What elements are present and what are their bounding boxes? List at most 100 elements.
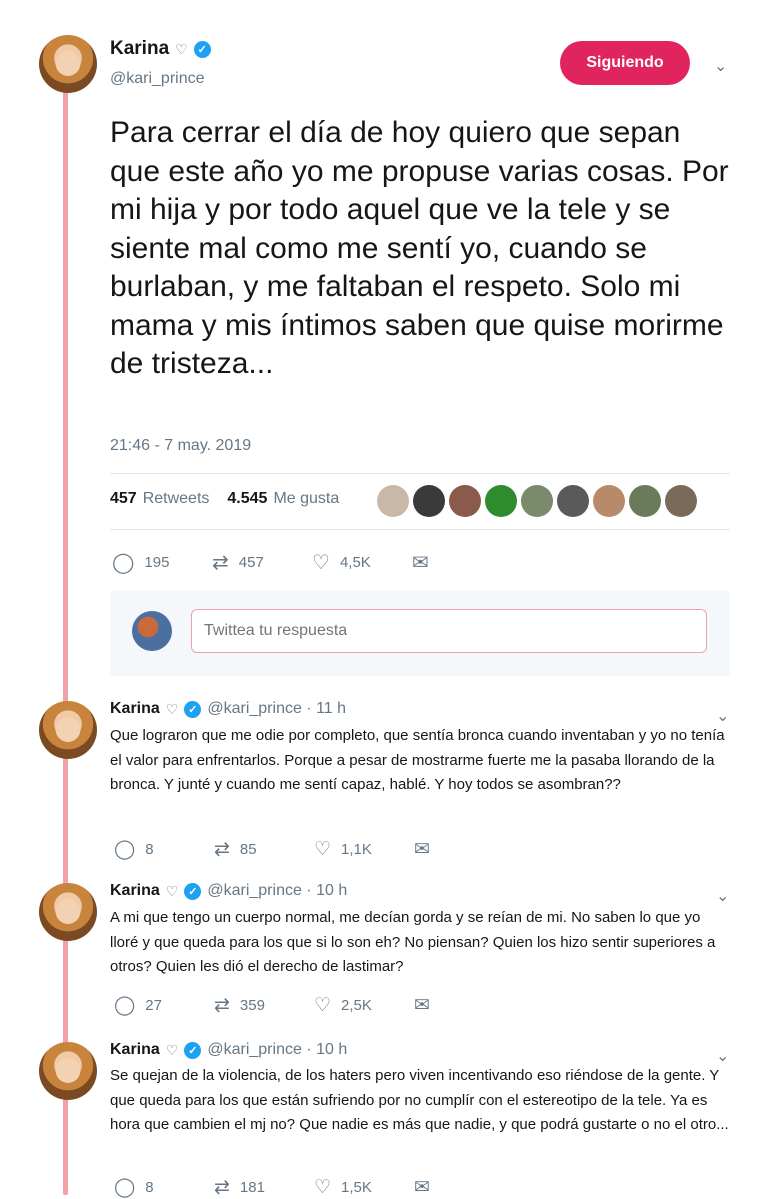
tweet-actions: ◯ 195 ⇄ 457 ♡ 4,5K ✉ <box>112 550 512 575</box>
tweet-text: A mi que tengo un cuerpo normal, me decí… <box>110 909 716 975</box>
chevron-down-icon[interactable]: ⌄ <box>716 1046 729 1066</box>
retweet-button[interactable]: ⇄ 457 <box>212 550 312 575</box>
heart-icon: ♡ <box>314 1177 332 1198</box>
liker-avatar[interactable] <box>377 485 409 517</box>
handle-time[interactable]: @kari_prince · 10 h <box>207 882 347 900</box>
reply-count: 27 <box>145 997 162 1014</box>
heart-icon: ♡ <box>314 839 332 860</box>
reply-button[interactable]: ◯ 8 <box>114 1176 214 1199</box>
like-count: 4,5K <box>339 554 371 571</box>
reply-button[interactable]: ◯ 27 <box>114 994 214 1017</box>
like-count: 2,5K <box>341 997 372 1014</box>
tweet-header: Karina ♡ ✓ @kari_prince · 11 h <box>110 700 346 718</box>
tweet-actions: ◯ 8 ⇄ 181 ♡ 1,5K ✉ <box>114 1176 514 1199</box>
retweets-label[interactable]: Retweets <box>143 490 210 508</box>
author-name[interactable]: Karina <box>110 882 160 900</box>
retweet-button[interactable]: ⇄ 181 <box>214 1176 314 1199</box>
envelope-icon: ✉ <box>414 995 430 1016</box>
reply-button[interactable]: ◯ 195 <box>112 550 212 575</box>
retweet-count: 359 <box>239 997 265 1014</box>
reply-count: 195 <box>144 554 170 571</box>
likes-label[interactable]: Me gusta <box>273 490 339 508</box>
envelope-icon: ✉ <box>414 1177 430 1198</box>
tweet-timestamp[interactable]: 21:46 - 7 may. 2019 <box>110 437 251 455</box>
author-name[interactable]: Karina <box>110 700 160 718</box>
heart-outline-icon: ♡ <box>165 1041 179 1058</box>
chevron-down-icon[interactable]: ⌄ <box>716 706 729 726</box>
speech-bubble-icon: ◯ <box>114 995 136 1016</box>
heart-icon: ♡ <box>312 552 330 574</box>
divider <box>110 473 730 474</box>
like-button[interactable]: ♡ 1,5K <box>314 1176 414 1199</box>
retweet-count: 85 <box>239 841 257 858</box>
tweet-actions: ◯ 8 ⇄ 85 ♡ 1,1K ✉ <box>114 838 514 861</box>
tweet-text: Para cerrar el día de hoy quiero que sep… <box>110 116 729 380</box>
chevron-down-icon[interactable]: ⌄ <box>714 56 727 76</box>
retweet-button[interactable]: ⇄ 359 <box>214 994 314 1017</box>
heart-outline-icon: ♡ <box>165 700 179 717</box>
liker-avatar[interactable] <box>521 485 553 517</box>
verified-badge-icon: ✓ <box>184 882 202 900</box>
avatar[interactable] <box>39 883 97 941</box>
retweet-button[interactable]: ⇄ 85 <box>214 838 314 861</box>
user-avatar <box>132 611 172 651</box>
verified-badge-icon: ✓ <box>193 40 211 58</box>
heart-icon: ♡ <box>314 995 332 1016</box>
likes-count[interactable]: 4.545 <box>227 490 267 508</box>
retweet-icon: ⇄ <box>214 995 230 1016</box>
reply-button[interactable]: ◯ 8 <box>114 838 214 861</box>
tweet-actions: ◯ 27 ⇄ 359 ♡ 2,5K ✉ <box>114 994 514 1017</box>
thread-line <box>63 88 68 1195</box>
tweet-stats: 457 Retweets 4.545 Me gusta <box>110 490 339 508</box>
tweet-header: Karina ♡ ✓ @kari_prince · 10 h <box>110 1041 347 1059</box>
tweet-header: Karina ♡ ✓ @kari_prince · 10 h <box>110 882 347 900</box>
handle-time[interactable]: @kari_prince · 11 h <box>207 700 346 718</box>
avatar[interactable] <box>39 701 97 759</box>
handle-time[interactable]: @kari_prince · 10 h <box>207 1041 347 1059</box>
retweet-icon: ⇄ <box>212 552 229 574</box>
message-button[interactable]: ✉ <box>412 550 512 575</box>
author-name[interactable]: Karina <box>110 38 169 60</box>
heart-outline-icon: ♡ <box>175 40 188 57</box>
message-button[interactable]: ✉ <box>414 838 514 861</box>
speech-bubble-icon: ◯ <box>114 1177 136 1198</box>
liker-avatar[interactable] <box>593 485 625 517</box>
liker-avatar[interactable] <box>485 485 517 517</box>
tweet-text: Se quejan de la violencia, de los haters… <box>110 1067 729 1133</box>
liker-avatar[interactable] <box>557 485 589 517</box>
tweet-text: Que lograron que me odie por completo, q… <box>110 727 725 793</box>
like-button[interactable]: ♡ 2,5K <box>314 994 414 1017</box>
avatar[interactable] <box>39 35 97 93</box>
heart-outline-icon: ♡ <box>165 882 179 899</box>
liker-avatar[interactable] <box>413 485 445 517</box>
divider <box>110 529 730 530</box>
following-button[interactable]: Siguiendo <box>560 41 690 85</box>
author-handle[interactable]: @kari_prince <box>110 70 205 88</box>
avatar[interactable] <box>39 1042 97 1100</box>
verified-badge-icon: ✓ <box>184 1041 202 1059</box>
retweet-icon: ⇄ <box>214 839 230 860</box>
liker-avatar[interactable] <box>629 485 661 517</box>
envelope-icon: ✉ <box>414 839 430 860</box>
retweet-icon: ⇄ <box>214 1177 230 1198</box>
envelope-icon: ✉ <box>412 552 429 574</box>
like-button[interactable]: ♡ 1,1K <box>314 838 414 861</box>
retweet-count: 457 <box>238 554 264 571</box>
message-button[interactable]: ✉ <box>414 1176 514 1199</box>
likers-avatars <box>377 485 697 517</box>
chevron-down-icon[interactable]: ⌄ <box>716 886 729 906</box>
like-button[interactable]: ♡ 4,5K <box>312 550 412 575</box>
liker-avatar[interactable] <box>449 485 481 517</box>
message-button[interactable]: ✉ <box>414 994 514 1017</box>
speech-bubble-icon: ◯ <box>114 839 136 860</box>
author-name[interactable]: Karina <box>110 1041 160 1059</box>
reply-input[interactable] <box>191 609 707 653</box>
reply-count: 8 <box>145 841 154 858</box>
reply-count: 8 <box>145 1179 154 1196</box>
like-count: 1,5K <box>341 1179 372 1196</box>
liker-avatar[interactable] <box>665 485 697 517</box>
author-name-row: Karina ♡ ✓ <box>110 38 211 60</box>
retweets-count[interactable]: 457 <box>110 490 137 508</box>
like-count: 1,1K <box>341 841 372 858</box>
verified-badge-icon: ✓ <box>184 700 202 718</box>
